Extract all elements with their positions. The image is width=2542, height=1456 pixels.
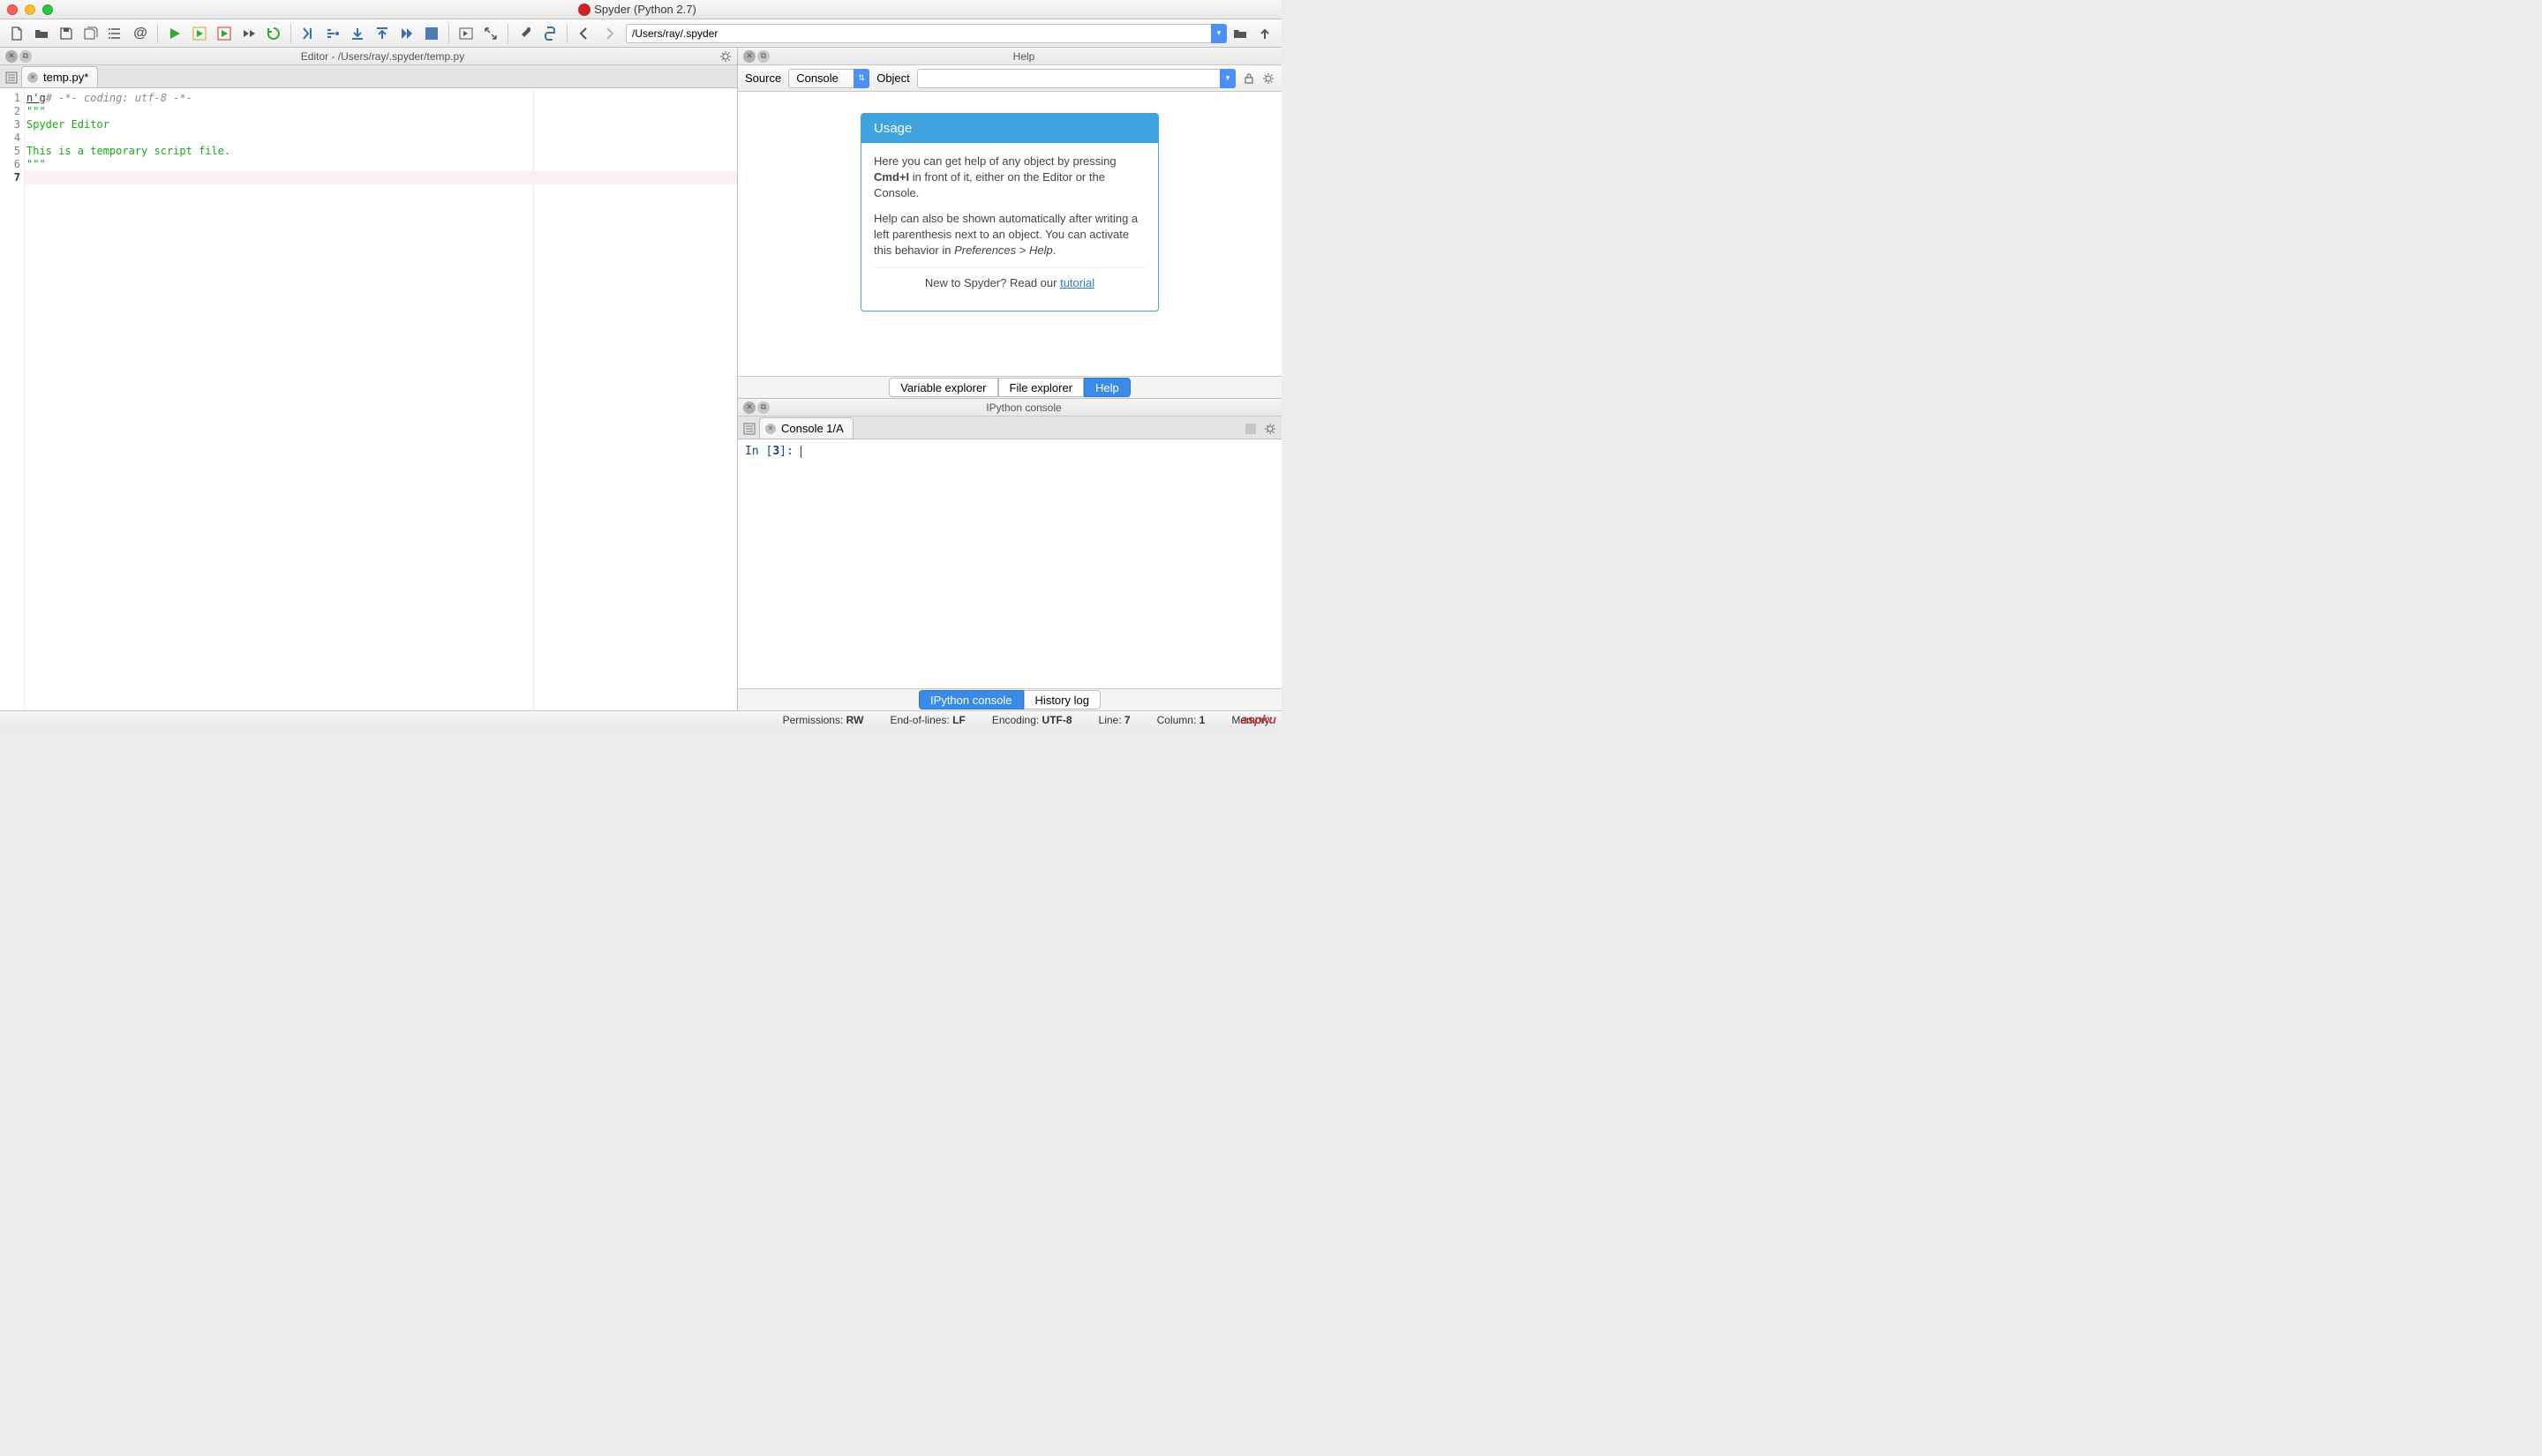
run-cell-advance-button[interactable]	[213, 22, 236, 45]
help-pane: ✕ ⧉ Help Source Console ⇅ Object ▾	[738, 48, 1282, 399]
editor-file-tab[interactable]: ✕ temp.py*	[21, 66, 98, 87]
spyder-app-icon	[578, 4, 590, 16]
new-file-button[interactable]	[5, 22, 28, 45]
tutorial-link[interactable]: tutorial	[1060, 276, 1094, 289]
run-button[interactable]	[163, 22, 186, 45]
open-file-button[interactable]	[30, 22, 53, 45]
object-dropdown-icon[interactable]: ▾	[1220, 69, 1236, 88]
run-cell-button[interactable]	[188, 22, 211, 45]
maximize-button[interactable]	[479, 22, 502, 45]
watermark-text: aspku	[1241, 712, 1276, 726]
debug-step-in-button[interactable]	[346, 22, 369, 45]
help-undock-icon[interactable]: ⧉	[757, 50, 770, 63]
console-list-icon[interactable]	[740, 419, 759, 439]
help-toolbar: Source Console ⇅ Object ▾	[738, 65, 1282, 92]
save-button[interactable]	[55, 22, 78, 45]
help-pane-header: ✕ ⧉ Help	[738, 48, 1282, 65]
help-close-icon[interactable]: ✕	[743, 50, 756, 63]
debug-step-button[interactable]	[321, 22, 344, 45]
at-button[interactable]: @	[129, 22, 152, 45]
ipython-pane-header: ✕ ⧉ IPython console	[738, 399, 1282, 417]
console-stop-icon[interactable]	[1241, 419, 1260, 439]
ipython-tabbar: ✕ Console 1/A	[738, 417, 1282, 439]
status-encoding: Encoding: UTF-8	[992, 714, 1072, 726]
status-permissions: Permissions: RW	[783, 714, 864, 726]
console-output[interactable]: In [3]:	[738, 439, 1282, 688]
window-zoom-button[interactable]	[42, 4, 53, 15]
tab-file-explorer[interactable]: File explorer	[998, 378, 1085, 397]
tab-close-icon[interactable]: ✕	[27, 72, 38, 83]
preferences-button[interactable]	[514, 22, 537, 45]
run-config-button[interactable]	[455, 22, 478, 45]
editor-body[interactable]: 1234567 n'g# -*- coding: utf-8 -*- """ S…	[0, 88, 737, 710]
window-titlebar: Spyder (Python 2.7)	[0, 0, 1282, 19]
status-line: Line: 7	[1099, 714, 1131, 726]
working-dir-dropdown[interactable]: ▾	[1211, 24, 1227, 43]
rerun-button[interactable]	[262, 22, 285, 45]
editor-close-icon[interactable]: ✕	[5, 50, 18, 63]
editor-tabbar: ✕ temp.py*	[0, 65, 737, 88]
editor-pane-title: Editor - /Users/ray/.spyder/temp.py	[34, 50, 732, 63]
editor-undock-icon[interactable]: ⧉	[19, 50, 32, 63]
code-area[interactable]: n'g# -*- coding: utf-8 -*- """ Spyder Ed…	[25, 88, 737, 710]
object-input[interactable]	[917, 69, 1236, 88]
run-selection-button[interactable]	[237, 22, 260, 45]
tab-ipython-console[interactable]: IPython console	[919, 690, 1024, 709]
status-column: Column: 1	[1157, 714, 1206, 726]
console-tab-close-icon[interactable]: ✕	[765, 424, 776, 434]
debug-step-out-button[interactable]	[371, 22, 394, 45]
editor-pane-header: ✕ ⧉ Editor - /Users/ray/.spyder/temp.py	[0, 48, 737, 65]
help-options-icon[interactable]	[1262, 72, 1275, 85]
editor-pane: ✕ ⧉ Editor - /Users/ray/.spyder/temp.py …	[0, 48, 738, 710]
parent-dir-button[interactable]	[1253, 22, 1276, 45]
tab-help[interactable]: Help	[1084, 378, 1131, 397]
help-pane-title: Help	[771, 50, 1276, 63]
right-bottom-tabstrip: IPython console History log	[738, 688, 1282, 710]
debug-stop-button[interactable]	[420, 22, 443, 45]
console-options-icon[interactable]	[1260, 419, 1280, 439]
save-all-button[interactable]	[79, 22, 102, 45]
window-close-button[interactable]	[7, 4, 18, 15]
console-tab[interactable]: ✕ Console 1/A	[759, 417, 854, 439]
nav-back-button[interactable]	[573, 22, 596, 45]
help-content: Usage Here you can get help of any objec…	[738, 92, 1282, 376]
tab-history-log[interactable]: History log	[1024, 690, 1101, 709]
tutorial-line: New to Spyder? Read our tutorial	[874, 275, 1146, 291]
object-label: Object	[876, 71, 910, 85]
right-top-tabstrip: Variable explorer File explorer Help	[738, 376, 1282, 398]
usage-heading: Usage	[861, 114, 1158, 143]
tab-variable-explorer[interactable]: Variable explorer	[889, 378, 997, 397]
ipython-close-icon[interactable]: ✕	[743, 402, 756, 414]
python-path-button[interactable]	[538, 22, 561, 45]
main-toolbar: @ ▾	[0, 19, 1282, 48]
console-tab-label: Console 1/A	[781, 422, 844, 435]
debug-continue-button[interactable]	[395, 22, 418, 45]
ipython-pane-title: IPython console	[771, 402, 1276, 414]
debug-button[interactable]	[297, 22, 320, 45]
working-dir-input[interactable]	[626, 24, 1225, 43]
window-minimize-button[interactable]	[25, 4, 35, 15]
source-dropdown-icon[interactable]: ⇅	[854, 69, 869, 88]
prompt-num: 3	[772, 445, 779, 458]
nav-forward-button[interactable]	[598, 22, 620, 45]
usage-card: Usage Here you can get help of any objec…	[861, 113, 1159, 311]
usage-text-1: Here you can get help of any object by p…	[874, 154, 1146, 202]
prompt-post: ]:	[779, 445, 800, 458]
source-label: Source	[745, 71, 781, 85]
list-button[interactable]	[104, 22, 127, 45]
usage-text-2: Help can also be shown automatically aft…	[874, 211, 1146, 259]
lock-icon[interactable]	[1243, 72, 1255, 85]
status-bar: Permissions: RW End-of-lines: LF Encodin…	[0, 710, 1282, 728]
prompt-pre: In [	[745, 445, 772, 458]
ipython-pane: ✕ ⧉ IPython console ✕ Console 1/A In [3]…	[738, 399, 1282, 710]
window-title: Spyder (Python 2.7)	[53, 3, 1222, 17]
tab-label: temp.py*	[43, 71, 88, 84]
line-number-gutter: 1234567	[0, 88, 25, 710]
ipython-undock-icon[interactable]: ⧉	[757, 402, 770, 414]
browse-dir-button[interactable]	[1229, 22, 1252, 45]
status-eol: End-of-lines: LF	[890, 714, 965, 726]
tab-list-icon[interactable]	[2, 68, 21, 87]
editor-options-icon[interactable]	[719, 50, 732, 63]
